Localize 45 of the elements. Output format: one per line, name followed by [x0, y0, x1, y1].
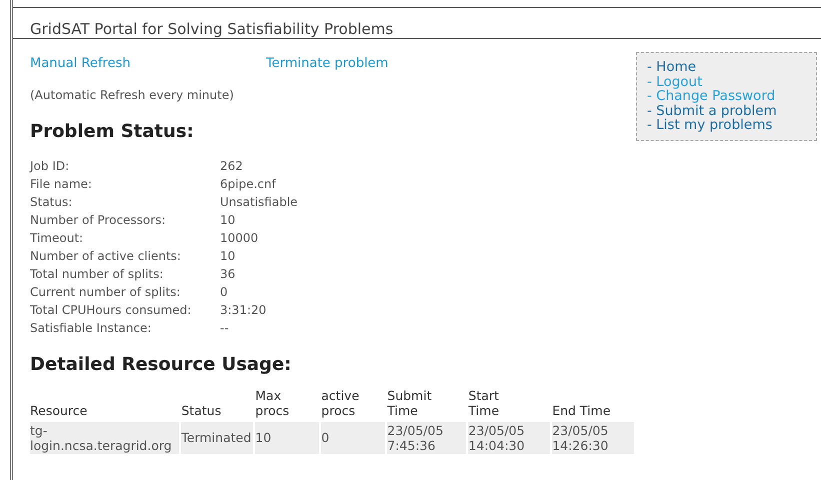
field-value: 10 — [220, 212, 236, 228]
action-link[interactable]: Manual Refresh — [30, 54, 266, 74]
table-cell: 10 — [255, 422, 320, 454]
column-header: End Time — [552, 402, 612, 418]
field-label: Status: — [30, 194, 74, 210]
menu-link[interactable]: - Submit a problem — [647, 104, 777, 118]
menu-link[interactable]: - Change Password — [647, 89, 776, 104]
column-header: Status — [181, 402, 222, 418]
column-header: active procs — [321, 388, 360, 418]
menu-link[interactable]: - List my problems — [647, 118, 772, 132]
menu-link[interactable]: - Logout — [647, 74, 702, 89]
table-cell: 23/05/05 14:26:30 — [552, 422, 634, 454]
field-label: Number of active clients: — [30, 248, 182, 264]
field-label: Total number of splits: — [30, 266, 164, 282]
field-value: 10000 — [220, 230, 260, 246]
field-value: 36 — [220, 266, 236, 282]
field-label: Satisfiable Instance: — [30, 320, 152, 336]
page-title: GridSAT Portal for Solving Satisfiability Problems — [30, 20, 394, 38]
table-cell: 23/05/05 7:45:36 — [387, 422, 466, 454]
field-value: Unsatisfiable — [220, 194, 298, 210]
section-heading: Detailed Resource Usage: — [30, 352, 292, 376]
field-value: 0 — [220, 284, 229, 300]
table-cell: tg-login.ncsa.teragrid.org — [30, 422, 180, 454]
field-value: -- — [220, 320, 230, 336]
field-value: 3:31:20 — [220, 302, 268, 318]
column-header: Resource — [30, 402, 88, 418]
table-cell: 0 — [321, 422, 386, 454]
table-cell: 23/05/05 14:04:30 — [468, 422, 550, 454]
field-label: Timeout: — [30, 230, 84, 246]
field-label: Job ID: — [30, 158, 70, 174]
column-header: Start Time — [468, 388, 500, 418]
field-label: Number of Processors: — [30, 212, 166, 228]
table-cell: Terminated — [181, 422, 254, 454]
refresh-note: (Automatic Refresh every minute) — [30, 86, 235, 104]
field-value: 6pipe.cnf — [220, 176, 278, 192]
field-value: 10 — [220, 248, 236, 264]
action-link[interactable]: Terminate problem — [266, 54, 388, 74]
column-header: Max procs — [255, 388, 290, 418]
section-heading: Problem Status: — [30, 120, 195, 144]
column-header: Submit Time — [387, 388, 433, 418]
menu-link[interactable]: - Home — [647, 60, 696, 74]
field-label: Current number of splits: — [30, 284, 182, 300]
field-label: File name: — [30, 176, 93, 192]
field-value: 262 — [220, 158, 244, 174]
field-label: Total CPUHours consumed: — [30, 302, 192, 318]
